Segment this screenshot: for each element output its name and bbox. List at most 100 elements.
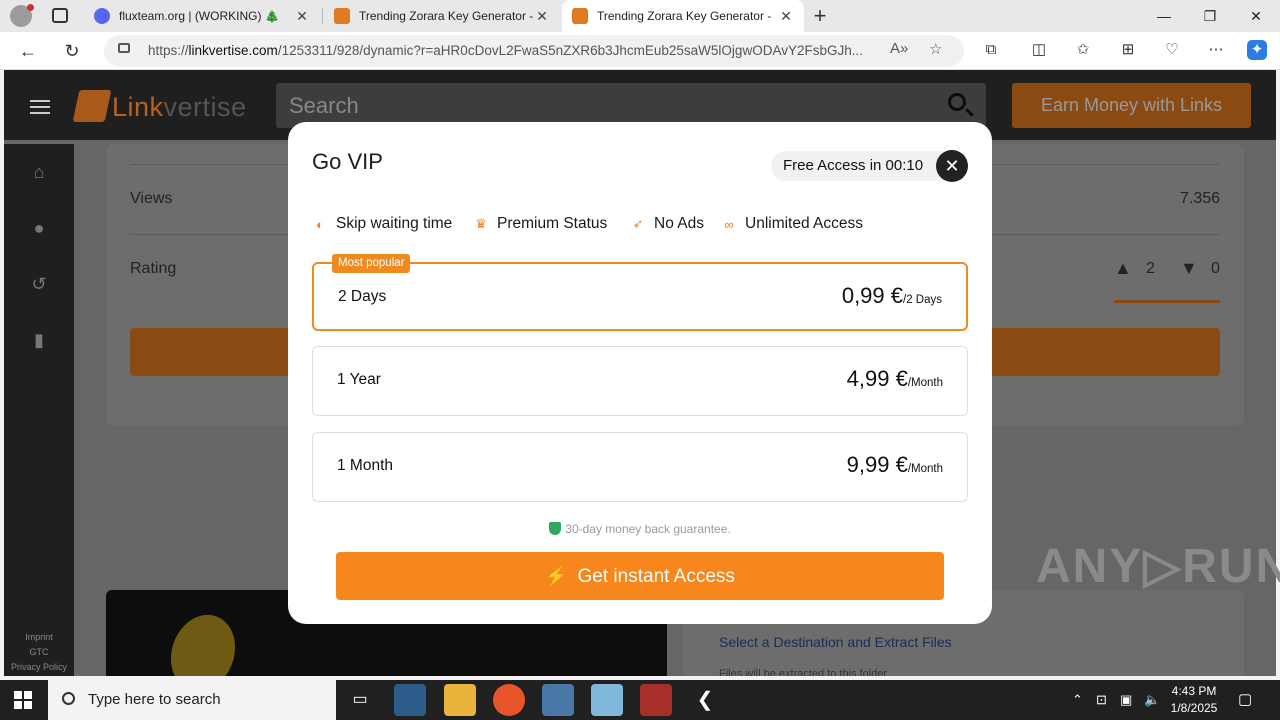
winrar-icon[interactable] <box>640 684 672 716</box>
get-instant-access-button[interactable]: ⚡ Get instant Access <box>336 552 944 600</box>
collections-icon[interactable]: ⊞ <box>1118 40 1138 60</box>
start-button-icon[interactable] <box>14 691 32 709</box>
copilot-icon[interactable]: ✦ <box>1247 40 1267 60</box>
thumbs-up-icon[interactable]: ▲ <box>1114 258 1132 279</box>
tab-separator <box>322 8 323 24</box>
plan-price: 0,99 €/2 Days <box>842 283 942 309</box>
plan-price: 4,99 €/Month <box>847 366 943 392</box>
tab-actions-icon[interactable] <box>52 8 68 23</box>
network-icon[interactable]: ⊡ <box>1096 680 1107 720</box>
extensions-icon[interactable]: ⧉ <box>981 40 1001 60</box>
window-close-button[interactable]: ✕ <box>1233 0 1279 32</box>
price-amount: 9,99 € <box>846 452 908 477</box>
user-icon[interactable]: ● <box>29 218 49 238</box>
firefox-icon[interactable] <box>493 684 525 716</box>
price-period: /Month <box>907 377 943 389</box>
gtc-link[interactable]: GTC <box>4 647 74 657</box>
thumbs-down-icon[interactable]: ▼ <box>1180 258 1198 279</box>
search-icon[interactable] <box>948 93 966 111</box>
clock-time: 4:43 PM <box>1171 684 1217 698</box>
edge-taskbar-icon[interactable] <box>394 684 426 716</box>
file-explorer-icon[interactable] <box>444 684 476 716</box>
favorite-star-icon[interactable]: ☆ <box>929 40 942 58</box>
reload-button[interactable]: ↻ <box>58 37 86 65</box>
price-period: /Month <box>907 463 943 475</box>
rating-label: Rating <box>130 260 177 277</box>
windows-taskbar: Type here to search ▭ ❮ ⌃ ⊡ ▣ 🔈 4:43 PM … <box>0 680 1280 720</box>
clock-icon: ◐ <box>316 216 324 232</box>
tab-title: Trending Zorara Key Generator - <box>597 9 772 23</box>
hamburger-menu-icon[interactable] <box>30 100 50 114</box>
system-clock[interactable]: 4:43 PM 1/8/2025 <box>1166 683 1222 717</box>
more-menu-icon[interactable]: ⋯ <box>1206 40 1226 60</box>
site-logo[interactable]: Linkvertise <box>112 92 247 123</box>
earn-money-button[interactable]: Earn Money with Links <box>1012 83 1251 128</box>
tab-close-icon[interactable]: ✕ <box>778 8 794 25</box>
feature-label: Skip waiting time <box>336 215 453 232</box>
split-screen-icon[interactable]: ◫ <box>1029 40 1049 60</box>
notepad-icon[interactable] <box>591 684 623 716</box>
free-access-timer: Free Access in 00:10 <box>771 151 961 181</box>
plan-price: 9,99 €/Month <box>847 452 943 478</box>
crown-icon: ♛ <box>475 216 487 231</box>
feature-premium: ♛ Premium Status <box>473 215 607 233</box>
most-popular-badge: Most popular <box>332 254 411 273</box>
browser-tab-bar: fluxteam.org | (WORKING) 🎄 ✕ Trending Zo… <box>0 0 1280 32</box>
linkvertise-favicon-icon <box>572 8 588 24</box>
read-aloud-icon[interactable]: A» <box>890 40 908 57</box>
volume-icon[interactable]: 🔈 <box>1144 680 1160 720</box>
tab-title: fluxteam.org | (WORKING) 🎄 <box>119 9 280 23</box>
rating-bar <box>1114 300 1220 303</box>
plan-name: 2 Days <box>338 288 387 305</box>
tab-close-icon[interactable]: ✕ <box>534 8 550 25</box>
lightning-icon: ⚡ <box>545 566 568 586</box>
plan-1-month[interactable]: 1 Month 9,99 €/Month <box>312 432 968 502</box>
bookmark-icon[interactable]: ▮ <box>29 330 49 350</box>
site-info-lock-icon[interactable] <box>118 43 130 53</box>
restore-button[interactable]: ❐ <box>1187 0 1233 32</box>
notifications-icon[interactable]: ▢ <box>1238 680 1252 720</box>
anyrun-watermark: ANY▷RUN <box>1036 540 1280 593</box>
display-icon[interactable]: ▣ <box>1120 680 1132 720</box>
browser-essentials-icon[interactable]: ♡ <box>1162 40 1182 60</box>
plan-name: 1 Month <box>337 457 394 474</box>
profile-avatar-icon[interactable] <box>10 4 34 27</box>
app-arrow-icon[interactable]: ❮ <box>689 684 721 716</box>
modal-close-button[interactable]: ✕ <box>936 150 968 182</box>
tab-zorara-1[interactable]: Trending Zorara Key Generator - ✕ <box>324 0 560 32</box>
extract-subtitle: Files will be extracted to this folder <box>719 668 888 676</box>
views-value: 7.356 <box>1180 190 1221 207</box>
minimize-button[interactable]: — <box>1141 0 1187 32</box>
control-panel-icon[interactable] <box>542 684 574 716</box>
go-vip-modal: Go VIP Free Access in 00:10 ✕ ◐ Skip wait… <box>288 122 992 624</box>
logo-text-b: vertise <box>163 92 247 122</box>
coin-image-icon <box>160 605 246 676</box>
plan-2-days[interactable]: Most popular 2 Days 0,99 €/2 Days <box>312 254 968 331</box>
tab-fluxteam[interactable]: fluxteam.org | (WORKING) 🎄 ✕ <box>84 0 320 32</box>
modal-title: Go VIP <box>312 149 383 174</box>
dislikes-count: 0 <box>1211 260 1220 277</box>
task-view-icon[interactable]: ▭ <box>344 684 376 716</box>
tab-title: Trending Zorara Key Generator - <box>359 9 534 23</box>
history-icon[interactable]: ↺ <box>29 274 49 294</box>
price-amount: 0,99 € <box>841 283 903 308</box>
privacy-policy-link[interactable]: Privacy Policy <box>4 662 74 672</box>
tab-zorara-active[interactable]: Trending Zorara Key Generator - ✕ <box>562 0 804 32</box>
feature-label: Premium Status <box>497 215 608 232</box>
back-button[interactable]: ← <box>14 37 42 65</box>
url-path: /1253311/928/dynamic?r=aHR0cDovL2FwaS5nZ… <box>277 43 863 58</box>
url-field[interactable]: https://linkvertise.com/1253311/928/dyna… <box>104 35 964 67</box>
imprint-link[interactable]: Imprint <box>4 632 74 642</box>
plan-1-year[interactable]: 1 Year 4,99 €/Month <box>312 346 968 416</box>
favorites-icon[interactable]: ✩ <box>1073 40 1093 60</box>
tab-close-icon[interactable]: ✕ <box>294 8 310 25</box>
home-icon[interactable]: ⌂ <box>29 162 49 182</box>
new-tab-button[interactable]: + <box>808 2 832 30</box>
linkvertise-favicon-icon <box>334 8 350 24</box>
tray-overflow-icon[interactable]: ⌃ <box>1072 680 1083 720</box>
feature-label: No Ads <box>654 215 704 232</box>
price-period: /2 Days <box>903 294 942 306</box>
plan-name: 1 Year <box>337 371 381 388</box>
feature-no-ads: ➶ No Ads <box>630 215 704 233</box>
taskbar-search-input[interactable]: Type here to search <box>48 680 336 720</box>
